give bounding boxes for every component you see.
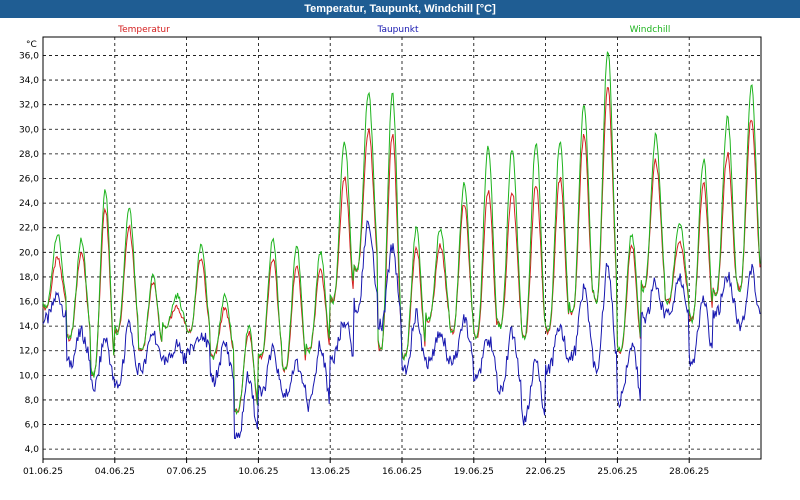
x-tick-label: 01.06.25: [23, 467, 63, 477]
y-tick-label: 14,0: [19, 322, 39, 332]
legend: Temperatur Taupunkt Windchill: [117, 25, 670, 35]
y-tick-label: 30,0: [19, 125, 39, 135]
y-axis-unit-label: °C: [26, 40, 37, 50]
y-tick-label: 10,0: [19, 371, 39, 381]
legend-entry-windchill: Windchill: [630, 25, 671, 35]
y-tick-label: 24,0: [19, 199, 39, 209]
y-tick-label: 22,0: [19, 224, 39, 234]
x-tick-label: 07.06.25: [167, 467, 207, 477]
y-tick-label: 16,0: [19, 298, 39, 308]
y-tick-label: 36,0: [19, 51, 39, 61]
legend-entry-taupunkt: Taupunkt: [376, 25, 419, 35]
x-tick-label: 10.06.25: [238, 467, 278, 477]
y-tick-label: 12,0: [19, 347, 39, 357]
y-tick-label: 28,0: [19, 150, 39, 160]
x-tick-label: 13.06.25: [310, 467, 350, 477]
window-title: Temperatur, Taupunkt, Windchill [°C]: [0, 0, 800, 18]
y-tick-label: 34,0: [19, 76, 39, 86]
x-tick-label: 16.06.25: [382, 467, 422, 477]
y-tick-label: 26,0: [19, 174, 39, 184]
y-tick-label: 20,0: [19, 248, 39, 258]
x-tick-label: 28.06.25: [669, 467, 709, 477]
y-axis-ticks: 4,0 6,0 8,0 10,0 12,0 14,0 16,0 18,0 20,0 22,0 24,…: [19, 51, 39, 455]
x-tick-label: 04.06.25: [95, 467, 135, 477]
y-tick-label: 18,0: [19, 273, 39, 283]
chart-canvas: 4,0 6,0 8,0 10,0 12,0 14,0 16,0 18,0 20,0 22,0 24,…: [19, 25, 762, 477]
y-tick-label: 8,0: [25, 396, 40, 406]
chart-window: Temperatur, Taupunkt, Windchill [°C] 4,0…: [0, 0, 800, 500]
x-axis-ticks: 01.06.25 04.06.25 07.06.25 10.06.25 13.06.25…: [23, 459, 709, 477]
y-tick-label: 32,0: [19, 101, 39, 111]
y-tick-label: 6,0: [25, 421, 40, 431]
x-tick-label: 22.06.25: [526, 467, 566, 477]
y-tick-label: 4,0: [25, 445, 40, 455]
legend-entry-temperatur: Temperatur: [117, 25, 170, 35]
x-tick-label: 19.06.25: [454, 467, 494, 477]
x-tick-label: 25.06.25: [597, 467, 637, 477]
